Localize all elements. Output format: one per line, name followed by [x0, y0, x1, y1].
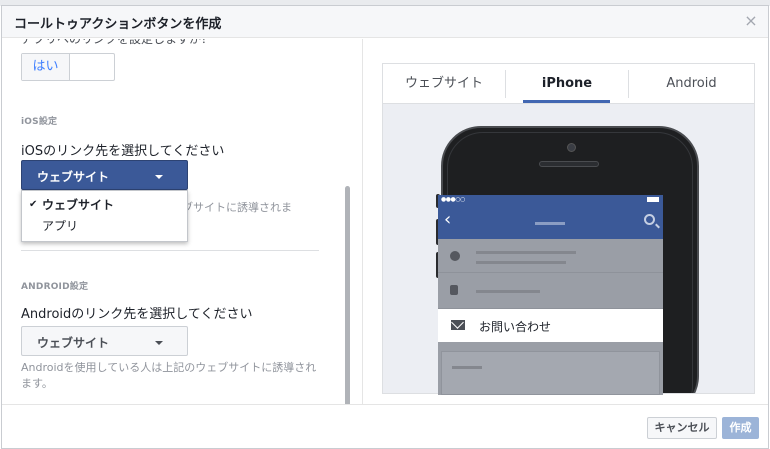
dropdown-option-label: ウェブサイト	[42, 198, 115, 212]
app-link-toggle[interactable]: はい	[21, 53, 115, 81]
phone-icon	[450, 285, 458, 295]
phone-speaker	[539, 161, 599, 167]
dropdown-option-label: アプリ	[42, 219, 79, 233]
android-select-value: ウェブサイト	[37, 336, 110, 350]
mail-icon	[451, 320, 465, 330]
create-cta-dialog: コールトゥアクションボタンを作成 × アプリへのリンクを設定しますか？ はい i…	[1, 5, 769, 449]
android-section-label: ANDROID設定	[21, 282, 89, 292]
contact-cta-row: お問い合わせ	[438, 309, 663, 342]
signal-icon: ●●●○○	[441, 196, 465, 203]
phone-screen: ●●●○○ ‹ お問い合わせ	[438, 195, 663, 395]
android-destination-select[interactable]: ウェブサイト	[21, 326, 188, 356]
toggle-no-option[interactable]	[70, 54, 114, 80]
preview-tabs: ウェブサイト iPhone Android	[383, 64, 754, 104]
dialog-title: コールトゥアクションボタンを作成	[14, 17, 222, 32]
phone-status-bar: ●●●○○	[438, 195, 663, 205]
active-tab-indicator	[523, 100, 610, 103]
tab-iphone[interactable]: iPhone	[506, 64, 628, 103]
placeholder-card	[441, 351, 660, 395]
info-row	[438, 239, 663, 273]
placeholder-line	[452, 366, 482, 369]
search-icon	[644, 214, 655, 225]
battery-icon	[647, 197, 659, 202]
info-icon	[450, 251, 460, 261]
settings-panel: アプリへのリンクを設定しますか？ はい iOS設定 iOSのリンク先を選択してく…	[2, 39, 362, 404]
dialog-header: コールトゥアクションボタンを作成 ×	[2, 6, 768, 38]
toggle-yes-option[interactable]: はい	[22, 54, 70, 80]
phone-camera	[567, 143, 576, 152]
tab-website[interactable]: ウェブサイト	[383, 64, 505, 103]
section-divider	[21, 250, 319, 251]
tab-android[interactable]: Android	[629, 64, 754, 103]
settings-scrollbar[interactable]	[345, 186, 350, 404]
dropdown-option-website[interactable]: ✔ ウェブサイト	[22, 194, 187, 216]
phone-nav-bar: ‹	[438, 205, 663, 239]
placeholder-line	[476, 290, 540, 293]
preview-panel: ウェブサイト iPhone Android ●●●○○ ‹ お問い合わせ	[362, 39, 768, 404]
close-icon[interactable]: ×	[744, 13, 758, 29]
contact-cta-label: お問い合わせ	[479, 320, 552, 334]
android-link-question: Androidのリンク先を選択してください	[21, 307, 253, 322]
chevron-down-icon	[155, 341, 163, 345]
ios-select-value: ウェブサイト	[37, 170, 110, 184]
ios-help-text: ブサイトに誘導されま	[182, 201, 292, 214]
ios-link-question: iOSのリンク先を選択してください	[21, 144, 225, 159]
cancel-button[interactable]: キャンセル	[647, 417, 717, 439]
ios-destination-select[interactable]: ウェブサイト	[21, 160, 188, 190]
phone-row	[438, 273, 663, 309]
app-link-question: アプリへのリンクを設定しますか？	[21, 39, 214, 46]
checkmark-icon: ✔	[29, 199, 38, 210]
nav-title-placeholder	[535, 222, 565, 225]
ios-destination-dropdown: ✔ ウェブサイト アプリ	[21, 190, 188, 242]
create-button[interactable]: 作成	[722, 417, 759, 439]
placeholder-line	[476, 261, 566, 264]
placeholder-line	[476, 251, 576, 254]
back-arrow-icon: ‹	[444, 209, 452, 230]
chevron-down-icon	[155, 175, 163, 179]
dialog-footer: キャンセル 作成	[2, 404, 768, 448]
android-help-text: Androidを使用している人は上記のウェブサイトに誘導されます。	[21, 361, 317, 390]
dropdown-option-app[interactable]: アプリ	[22, 215, 187, 237]
ios-section-label: iOS設定	[21, 117, 58, 127]
